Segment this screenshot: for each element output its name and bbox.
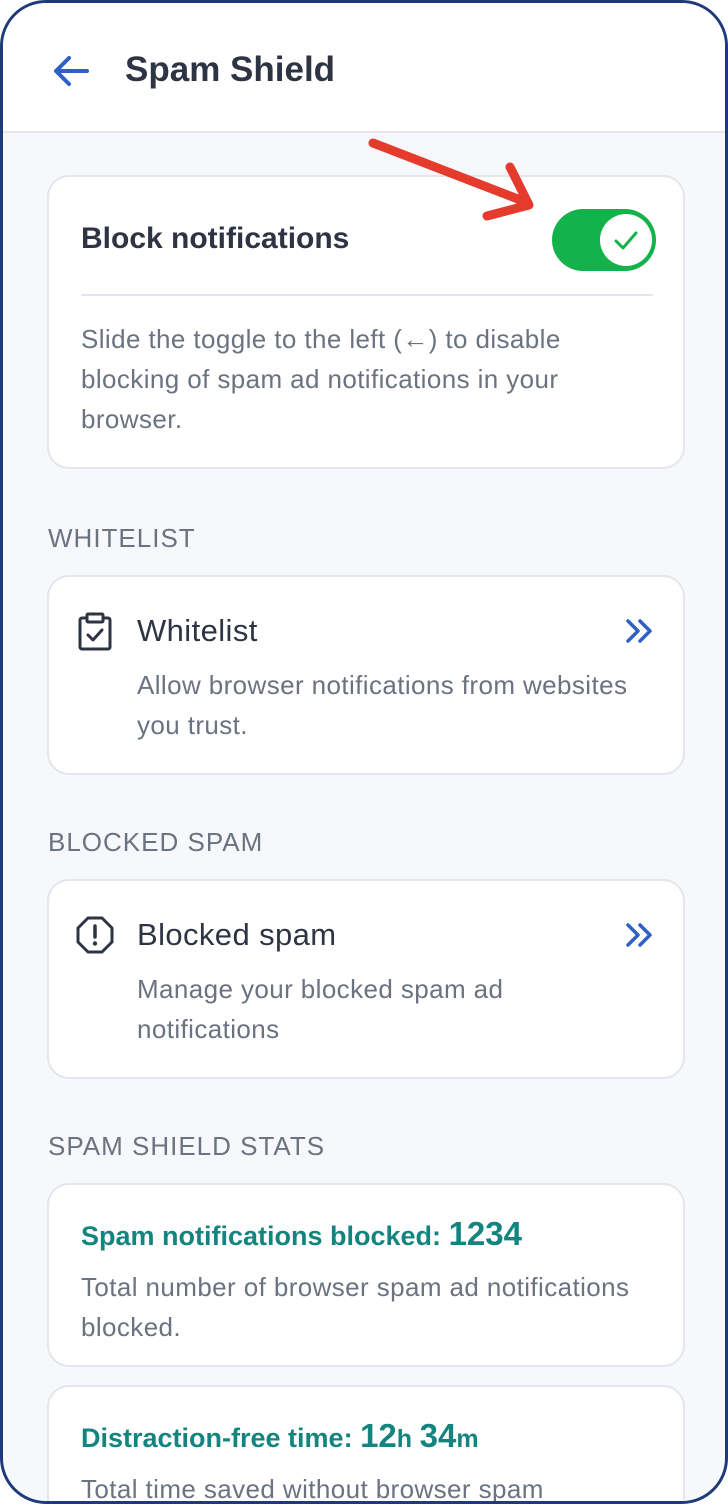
app-frame: Spam Shield Block notifications Slide th… — [0, 0, 728, 1504]
clipboard-check-icon — [78, 612, 112, 651]
chevron-double-right-icon — [626, 619, 652, 643]
back-arrow-icon — [54, 56, 89, 86]
blocked-spam-title: Blocked spam — [137, 917, 337, 952]
stat-time-minutes-unit: m — [456, 1425, 479, 1453]
stat-time-description: Total time saved without browser spam — [81, 1474, 544, 1504]
whitelist-title: Whitelist — [137, 613, 258, 648]
back-button[interactable] — [49, 51, 93, 91]
stat-blocked-heading: Spam notifications blocked: 1234 — [81, 1215, 522, 1253]
page-title: Spam Shield — [125, 50, 336, 89]
section-label-stats: SPAM SHIELD STATS — [48, 1131, 326, 1161]
stat-card-time: Distraction-free time: 12h 34m Total tim… — [47, 1385, 685, 1504]
stat-time-label: Distraction-free time: — [81, 1423, 353, 1453]
stat-blocked-label: Spam notifications blocked: — [81, 1221, 442, 1251]
block-notifications-title: Block notifications — [81, 222, 350, 255]
blocked-spam-card[interactable]: Blocked spam Manage your blocked spam ad… — [47, 879, 685, 1079]
alert-octagon-icon — [76, 916, 114, 954]
divider — [81, 294, 653, 296]
stat-time-hours-unit: h — [396, 1425, 413, 1453]
stat-card-blocked: Spam notifications blocked: 1234 Total n… — [47, 1183, 685, 1367]
chevron-double-right-icon — [626, 923, 652, 947]
stat-time-heading: Distraction-free time: 12h 34m — [81, 1417, 479, 1455]
section-label-blocked: BLOCKED SPAM — [48, 827, 264, 857]
stat-time-minutes: 34 — [419, 1417, 457, 1454]
block-notifications-toggle[interactable] — [552, 209, 656, 271]
section-label-whitelist: WHITELIST — [48, 523, 196, 553]
annotation-arrow-icon — [368, 138, 534, 221]
stat-time-hours: 12 — [360, 1417, 397, 1454]
block-notifications-description: Slide the toggle to the left (←) to disa… — [81, 324, 561, 434]
whitelist-description: Allow browser notifications from website… — [137, 670, 628, 740]
stat-blocked-value: 1234 — [448, 1215, 522, 1252]
app-header: Spam Shield — [3, 3, 725, 133]
check-icon — [614, 231, 638, 250]
whitelist-card[interactable]: Whitelist Allow browser notifications fr… — [47, 575, 685, 775]
blocked-spam-description: Manage your blocked spam ad notification… — [137, 974, 504, 1044]
stat-blocked-description: Total number of browser spam ad notifica… — [81, 1272, 630, 1342]
toggle-knob — [600, 214, 652, 266]
